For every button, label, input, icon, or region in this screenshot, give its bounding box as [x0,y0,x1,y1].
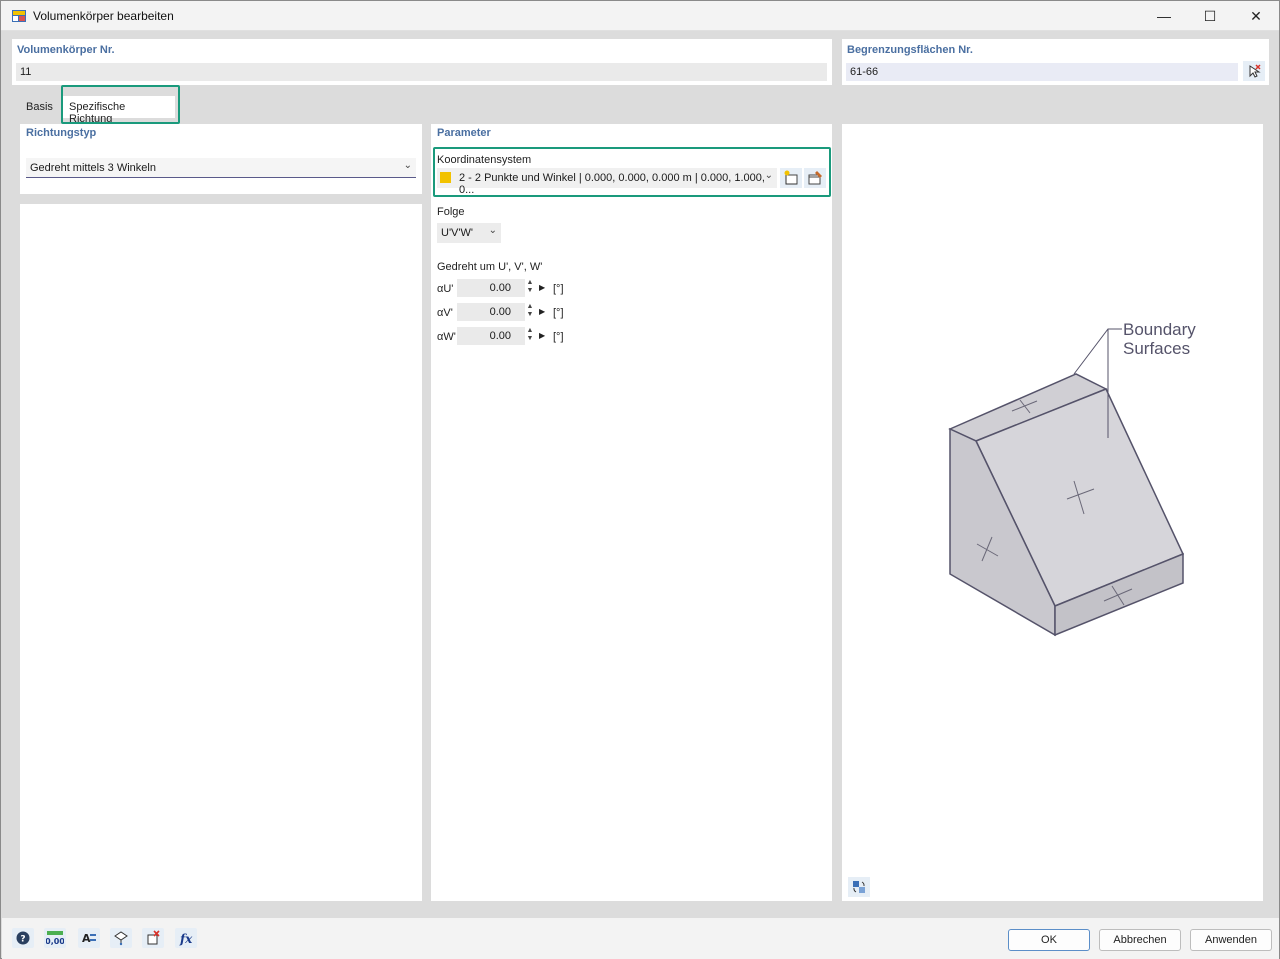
angle-u-spinner[interactable]: ▲ ▼ [525,279,535,297]
edit-coord-system-icon [808,171,822,185]
svg-text:0,00: 0,00 [46,937,64,946]
minimize-button[interactable]: — [1141,1,1187,31]
delete-select-icon [147,930,160,945]
model-view-button[interactable] [110,928,132,948]
help-icon: ? [16,931,30,945]
model-view-icon [114,931,128,946]
direction-empty-panel [20,204,422,901]
tab-basis[interactable]: Basis [20,96,59,118]
angle-w-play-icon[interactable]: ▶ [539,331,545,340]
angle-w-spinner[interactable]: ▲ ▼ [525,327,535,345]
wedge-solid-diagram [948,328,1185,637]
diagram-options-button[interactable] [848,877,870,897]
angle-w-label: αW' [437,331,456,343]
close-icon: ✕ [1250,7,1262,24]
angle-v-spinner[interactable]: ▲ ▼ [525,303,535,321]
tab-specific-direction[interactable]: Spezifische Richtung [63,96,175,125]
diagram-annotation-line1: Boundary [1123,320,1196,339]
angle-v-unit: [°] [553,307,564,319]
boundary-surfaces-field[interactable]: 61-66 [846,63,1238,81]
direction-type-value: Gedreht mittels 3 Winkeln [30,162,156,174]
solid-number-panel: Volumenkörper Nr. 11 [12,39,832,85]
coordinate-system-color-swatch [440,172,451,183]
footer-bar: ? 0,00 A fx OK Abbrechen Anwenden [2,918,1279,959]
sequence-value: U'V'W' [441,227,473,239]
angle-w-unit: [°] [553,331,564,343]
edit-coordinate-system-button[interactable] [804,168,826,188]
function-button[interactable]: fx [175,928,197,948]
direction-type-label: Richtungstyp [26,127,97,139]
rotated-about-label: Gedreht um U', V', W' [437,261,543,273]
svg-text:?: ? [20,935,25,945]
solid-number-field: 11 [16,63,827,81]
angle-v-play-icon[interactable]: ▶ [539,307,545,316]
title-bar: Volumenkörper bearbeiten — ☐ ✕ [1,1,1279,31]
angle-u-label: αU' [437,283,454,295]
svg-text:fx: fx [179,932,193,946]
pick-surfaces-button[interactable] [1243,61,1265,81]
svg-text:A: A [82,932,91,945]
chevron-down-icon: ⌄ [764,170,773,181]
ok-button[interactable]: OK [1008,929,1090,951]
pick-cursor-icon [1249,64,1261,78]
diagram-annotation-line2: Surfaces [1123,339,1191,358]
parameter-panel: Parameter Koordinatensystem 2 - 2 Punkte… [431,124,832,901]
sequence-select[interactable]: U'V'W' ⌄ [437,223,501,243]
new-coord-system-icon [784,170,798,185]
angle-v-input[interactable]: 0.00 [457,303,525,321]
coordinate-system-label: Koordinatensystem [437,154,532,166]
close-button[interactable]: ✕ [1233,1,1279,31]
delete-selection-button[interactable] [142,928,164,948]
chevron-down-icon: ⌄ [488,225,497,236]
coordinate-system-value: 2 - 2 Punkte und Winkel | 0.000, 0.000, … [459,172,765,196]
diagram-rotate-icon [853,881,865,893]
direction-type-select[interactable]: Gedreht mittels 3 Winkeln ⌄ [26,158,416,178]
maximize-icon: ☐ [1203,7,1217,24]
solid-number-label: Volumenkörper Nr. [17,44,115,56]
app-icon [12,10,26,22]
direction-type-panel: Richtungstyp Gedreht mittels 3 Winkeln ⌄ [20,124,422,194]
apply-button[interactable]: Anwenden [1190,929,1272,951]
minimize-icon: — [1157,8,1171,24]
new-coordinate-system-button[interactable] [780,168,802,188]
boundary-surfaces-panel: Begrenzungsflächen Nr. 61-66 [842,39,1269,85]
angle-u-play-icon[interactable]: ▶ [539,283,545,292]
parameter-label: Parameter [437,127,491,139]
diagram-panel: Boundary Surfaces [842,124,1263,901]
units-icon: 0,00 [46,931,64,946]
sequence-label: Folge [437,206,465,218]
dialog-window: Volumenkörper bearbeiten — ☐ ✕ Volumenkö… [0,0,1280,959]
window-title: Volumenkörper bearbeiten [33,9,174,23]
angle-v-label: αV' [437,307,453,319]
angle-u-unit: [°] [553,283,564,295]
units-button[interactable]: 0,00 [44,928,66,948]
text-format-button[interactable]: A [78,928,100,948]
coordinate-system-select[interactable]: 2 - 2 Punkte und Winkel | 0.000, 0.000, … [437,168,777,196]
maximize-button[interactable]: ☐ [1187,1,1233,31]
angle-w-input[interactable]: 0.00 [457,327,525,345]
boundary-surfaces-label: Begrenzungsflächen Nr. [847,44,973,56]
help-button[interactable]: ? [12,928,34,948]
angle-u-input[interactable]: 0.00 [457,279,525,297]
chevron-down-icon: ⌄ [403,160,412,171]
function-icon: fx [179,932,193,946]
cancel-button[interactable]: Abbrechen [1099,929,1181,951]
text-format-icon: A [82,932,96,945]
